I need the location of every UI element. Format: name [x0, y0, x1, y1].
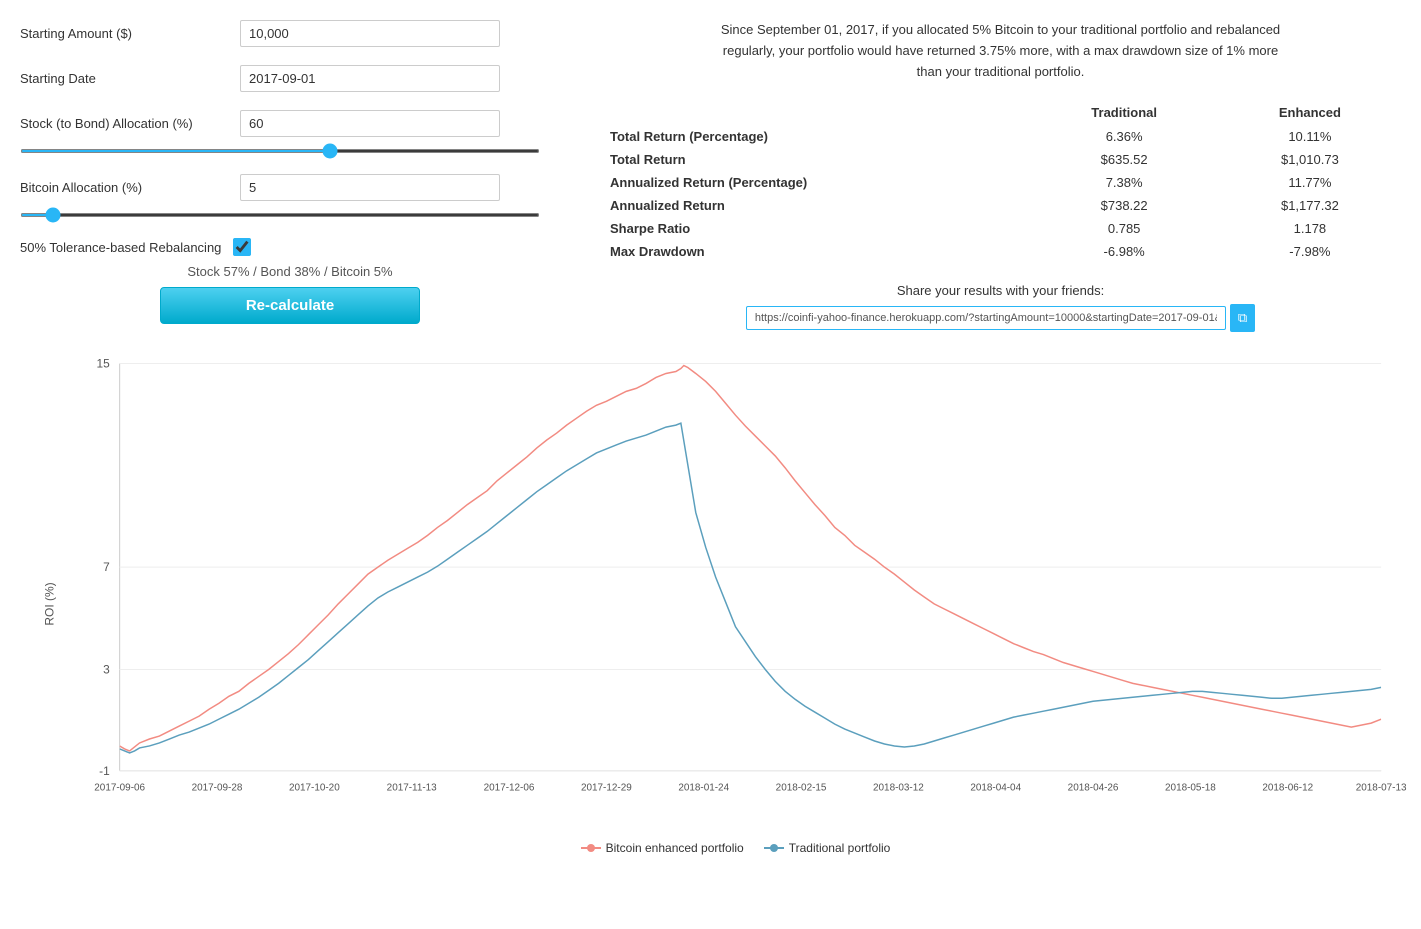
starting-date-label: Starting Date	[20, 71, 240, 86]
table-row: Max Drawdown -6.98% -7.98%	[600, 240, 1401, 263]
share-url-input[interactable]	[746, 306, 1226, 330]
recalculate-button[interactable]: Re-calculate	[160, 287, 420, 324]
col-enhanced: Enhanced	[1219, 100, 1401, 125]
svg-text:2018-05-18: 2018-05-18	[1165, 783, 1216, 794]
row-label: Annualized Return	[600, 194, 1030, 217]
bitcoin-allocation-label: Bitcoin Allocation (%)	[20, 180, 240, 195]
row-enhanced: 1.178	[1219, 217, 1401, 240]
row-label: Total Return	[600, 148, 1030, 171]
chart-svg: 15 7 3 -1 2017-09-06 2017-09-28 2017-10-…	[70, 352, 1401, 832]
table-row: Annualized Return (Percentage) 7.38% 11.…	[600, 171, 1401, 194]
row-traditional: 6.36%	[1030, 125, 1219, 148]
starting-amount-input[interactable]	[240, 20, 500, 47]
row-enhanced: 11.77%	[1219, 171, 1401, 194]
rebalancing-label: 50% Tolerance-based Rebalancing	[20, 240, 221, 255]
legend-traditional: Traditional portfolio	[764, 841, 891, 855]
svg-text:2017-09-28: 2017-09-28	[192, 783, 243, 794]
stock-slider-container	[20, 141, 560, 156]
rebalancing-checkbox[interactable]	[233, 238, 251, 256]
row-label: Annualized Return (Percentage)	[600, 171, 1030, 194]
svg-text:2017-09-06: 2017-09-06	[94, 783, 145, 794]
svg-text:2017-12-29: 2017-12-29	[581, 783, 632, 794]
table-row: Total Return (Percentage) 6.36% 10.11%	[600, 125, 1401, 148]
svg-text:7: 7	[103, 561, 110, 575]
row-label: Sharpe Ratio	[600, 217, 1030, 240]
bitcoin-allocation-slider[interactable]	[20, 213, 540, 217]
legend-traditional-label: Traditional portfolio	[789, 841, 891, 855]
row-enhanced: $1,010.73	[1219, 148, 1401, 171]
table-row: Sharpe Ratio 0.785 1.178	[600, 217, 1401, 240]
starting-amount-label: Starting Amount ($)	[20, 26, 240, 41]
y-axis-label: ROI (%)	[43, 582, 57, 625]
row-enhanced: $1,177.32	[1219, 194, 1401, 217]
share-url-row: ⧉	[600, 304, 1401, 332]
row-label: Total Return (Percentage)	[600, 125, 1030, 148]
stock-allocation-label: Stock (to Bond) Allocation (%)	[20, 116, 240, 131]
svg-text:2017-10-20: 2017-10-20	[289, 783, 340, 794]
starting-date-row: Starting Date	[20, 65, 560, 92]
share-label: Share your results with your friends:	[600, 283, 1401, 298]
stock-allocation-slider[interactable]	[20, 149, 540, 153]
row-traditional: $738.22	[1030, 194, 1219, 217]
svg-text:2018-03-12: 2018-03-12	[873, 783, 924, 794]
row-traditional: 0.785	[1030, 217, 1219, 240]
svg-text:2018-04-26: 2018-04-26	[1068, 783, 1119, 794]
svg-text:-1: -1	[99, 764, 110, 778]
starting-amount-row: Starting Amount ($)	[20, 20, 560, 47]
svg-text:2017-12-06: 2017-12-06	[484, 783, 535, 794]
share-section: Share your results with your friends: ⧉	[600, 283, 1401, 332]
row-traditional: 7.38%	[1030, 171, 1219, 194]
bitcoin-line	[120, 366, 1381, 751]
left-panel: Starting Amount ($) Starting Date Stock …	[20, 20, 560, 342]
row-enhanced: 10.11%	[1219, 125, 1401, 148]
col-traditional: Traditional	[1030, 100, 1219, 125]
starting-date-input[interactable]	[240, 65, 500, 92]
row-label: Max Drawdown	[600, 240, 1030, 263]
svg-text:2018-02-15: 2018-02-15	[776, 783, 827, 794]
bitcoin-slider-container	[20, 205, 560, 220]
svg-text:2018-07-13: 2018-07-13	[1356, 783, 1407, 794]
legend-bitcoin: Bitcoin enhanced portfolio	[581, 841, 744, 855]
table-row: Total Return $635.52 $1,010.73	[600, 148, 1401, 171]
svg-text:2018-06-12: 2018-06-12	[1262, 783, 1313, 794]
allocation-text: Stock 57% / Bond 38% / Bitcoin 5%	[20, 264, 560, 279]
svg-text:2018-01-24: 2018-01-24	[678, 783, 729, 794]
bitcoin-allocation-row: Bitcoin Allocation (%)	[20, 174, 560, 220]
bitcoin-allocation-input[interactable]	[240, 174, 500, 201]
chart-area: ROI (%) 15 7 3 -1 2017-09-06 2017-09-28 …	[20, 352, 1401, 855]
legend-bitcoin-label: Bitcoin enhanced portfolio	[606, 841, 744, 855]
table-row: Annualized Return $738.22 $1,177.32	[600, 194, 1401, 217]
svg-text:2018-04-04: 2018-04-04	[970, 783, 1021, 794]
copy-button[interactable]: ⧉	[1230, 304, 1255, 332]
right-panel: Since September 01, 2017, if you allocat…	[600, 20, 1401, 342]
results-table: Traditional Enhanced Total Return (Perce…	[600, 100, 1401, 263]
summary-text: Since September 01, 2017, if you allocat…	[721, 20, 1281, 82]
row-enhanced: -7.98%	[1219, 240, 1401, 263]
svg-text:3: 3	[103, 663, 110, 677]
stock-allocation-row: Stock (to Bond) Allocation (%)	[20, 110, 560, 156]
traditional-line	[120, 424, 1381, 754]
row-traditional: -6.98%	[1030, 240, 1219, 263]
chart-legend: Bitcoin enhanced portfolio Traditional p…	[70, 841, 1401, 855]
row-traditional: $635.52	[1030, 148, 1219, 171]
svg-text:2017-11-13: 2017-11-13	[387, 783, 437, 794]
stock-allocation-input[interactable]	[240, 110, 500, 137]
rebalancing-row: 50% Tolerance-based Rebalancing	[20, 238, 560, 256]
svg-text:15: 15	[96, 357, 110, 371]
